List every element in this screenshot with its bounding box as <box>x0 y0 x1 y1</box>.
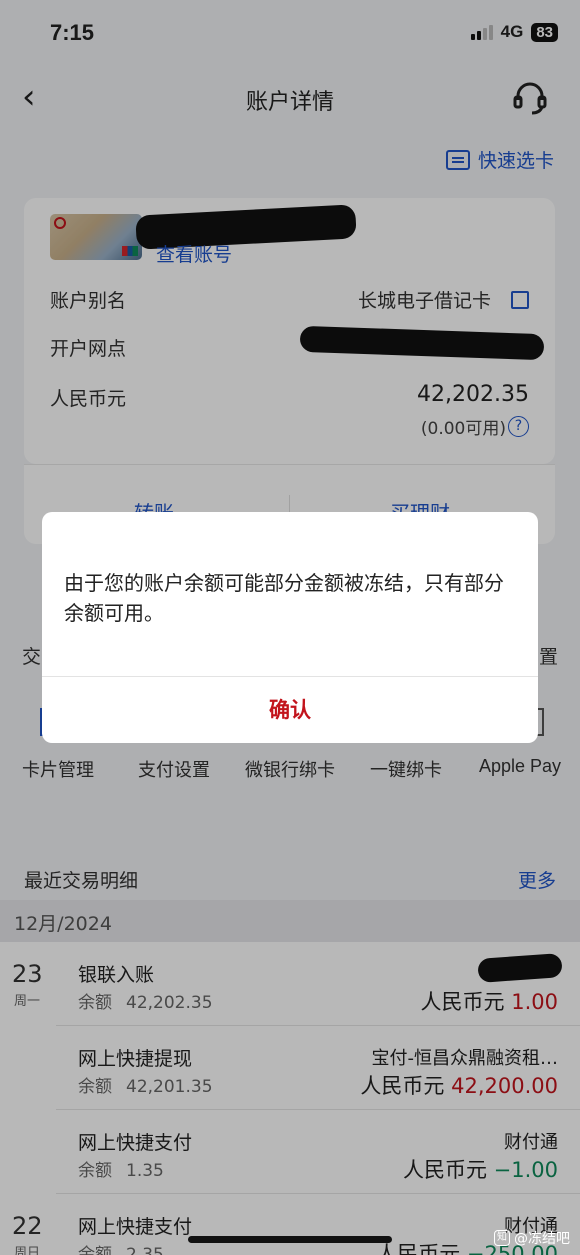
watermark-text: @冻结吧 <box>514 1231 570 1247</box>
watermark: 知 @冻结吧 <box>494 1228 570 1248</box>
confirm-button[interactable]: 确认 <box>42 677 538 743</box>
home-indicator[interactable] <box>188 1236 392 1243</box>
watermark-icon: 知 <box>494 1230 510 1246</box>
dialog-message: 由于您的账户余额可能部分金额被冻结，只有部分余额可用。 <box>64 571 504 625</box>
frozen-balance-dialog: 由于您的账户余额可能部分金额被冻结，只有部分余额可用。 确认 <box>42 512 538 743</box>
